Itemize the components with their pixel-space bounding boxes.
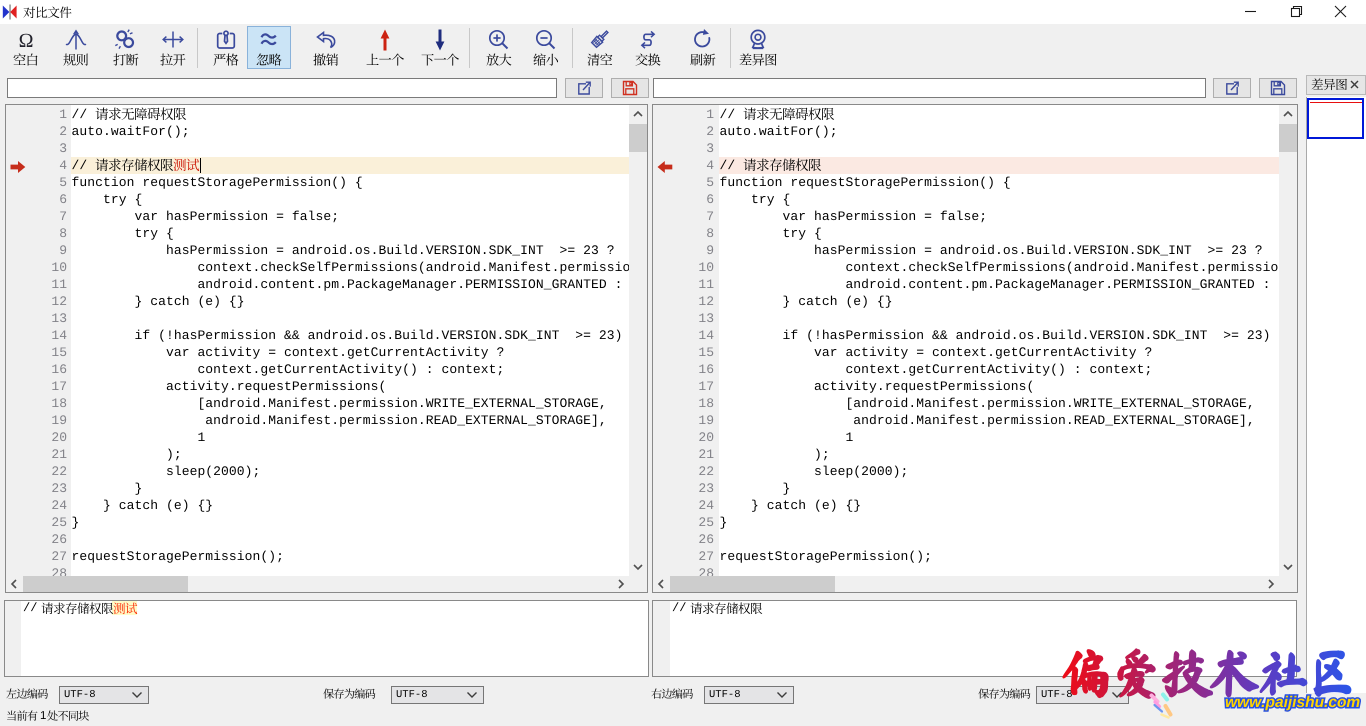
svg-text:Ω: Ω [18, 30, 33, 52]
svg-text:www.paijishu.com: www.paijishu.com [1225, 694, 1360, 711]
